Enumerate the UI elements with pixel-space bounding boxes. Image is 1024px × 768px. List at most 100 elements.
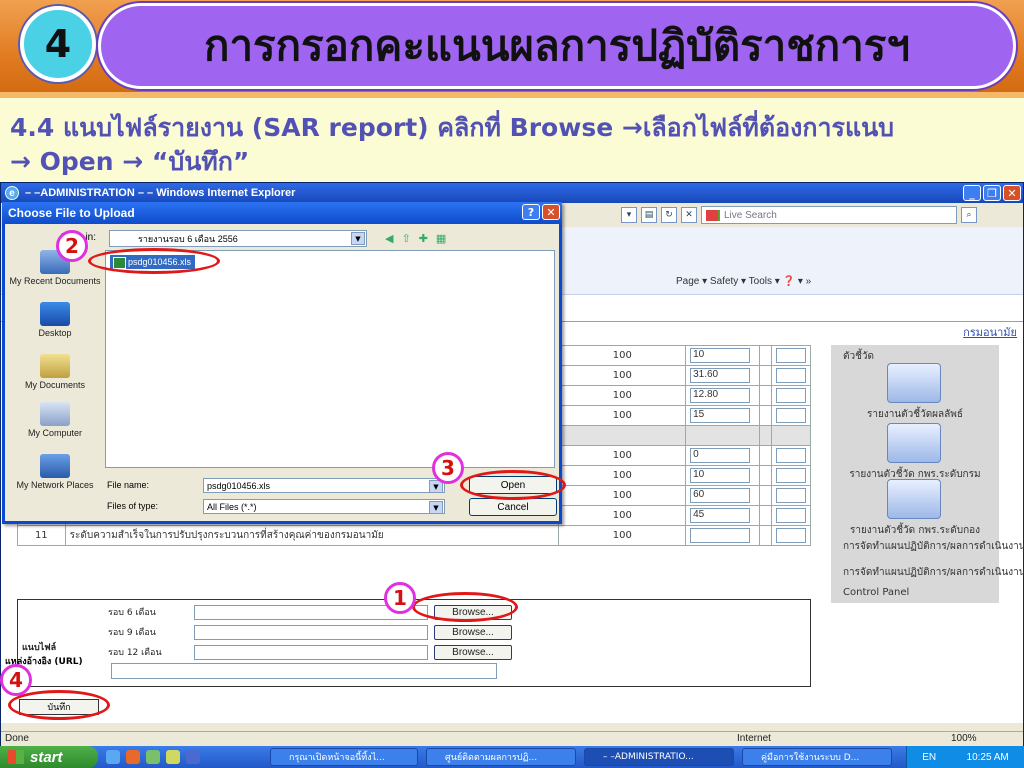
weight-input[interactable] xyxy=(776,348,806,363)
weight-input[interactable] xyxy=(776,368,806,383)
score-input[interactable]: 10 xyxy=(690,468,751,483)
weight-input[interactable] xyxy=(776,468,806,483)
task-button[interactable]: คู่มือการใช้งานระบบ D... xyxy=(742,748,892,766)
stop-icon[interactable]: ✕ xyxy=(681,207,697,223)
full-score: 100 xyxy=(558,345,687,366)
help-icon[interactable]: ? xyxy=(522,204,540,220)
file-type-select[interactable]: All Files (*.*) ▼ xyxy=(203,499,445,514)
task-button-active[interactable]: – –ADMINISTRATIO... xyxy=(584,748,734,766)
score-input[interactable]: 60 xyxy=(690,488,751,503)
spacer-cell xyxy=(759,365,772,386)
chevron-down-icon[interactable]: ▼ xyxy=(429,501,443,514)
start-button[interactable]: start xyxy=(0,746,98,768)
step-badge-4: 4 xyxy=(0,664,32,696)
system-tray: EN 10:25 AM xyxy=(906,746,1024,768)
ie-quicklaunch-icon[interactable] xyxy=(106,750,120,764)
task-button[interactable]: ศูนย์ติดตามผลการปฏิ... xyxy=(426,748,576,766)
full-score: 100 xyxy=(558,385,687,406)
view-menu-icon[interactable]: ▦ xyxy=(436,232,446,245)
refresh-icon[interactable]: ↻ xyxy=(661,207,677,223)
chevron-down-icon[interactable]: ▼ xyxy=(351,232,365,245)
place-documents[interactable]: My Documents xyxy=(7,354,103,390)
score-input[interactable]: 31.60 xyxy=(690,368,751,383)
file-type-label: Files of type: xyxy=(107,501,159,511)
spacer-cell xyxy=(759,405,772,426)
ie-window-title: – –ADMINISTRATION – – Windows Internet E… xyxy=(25,187,296,199)
file-path-input[interactable] xyxy=(194,644,428,660)
highlight-save-button xyxy=(8,690,110,720)
side-link-plan[interactable]: การจัดทำแผนปฏิบัติการ/ผลการดำเนินงาน xyxy=(843,565,1024,580)
restore-icon[interactable]: ❐ xyxy=(983,185,1001,201)
file-list[interactable]: psdg010456.xls xyxy=(105,250,555,468)
side-link-control-panel[interactable]: Control Panel xyxy=(843,587,999,598)
address-dropdown-icon[interactable]: ▾ xyxy=(621,207,637,223)
minimize-icon[interactable]: _ xyxy=(963,185,981,201)
file-type-value: All Files (*.*) xyxy=(207,501,257,512)
live-search-input[interactable]: Live Search xyxy=(701,206,957,224)
weight-input[interactable] xyxy=(776,488,806,503)
status-bar: Done Internet 100% xyxy=(1,731,1023,747)
department-link[interactable]: กรมอนามัย xyxy=(963,323,1017,341)
weight-input[interactable] xyxy=(776,388,806,403)
app-quicklaunch-icon[interactable] xyxy=(166,750,180,764)
look-in-select[interactable]: รายงานรอบ 6 เดือน 2556 ▼ xyxy=(109,230,367,247)
cancel-button[interactable]: Cancel xyxy=(469,498,557,516)
side-item-outcome-report[interactable]: รายงานตัวชี้วัดผลลัพธ์ xyxy=(831,407,999,422)
place-computer[interactable]: My Computer xyxy=(7,402,103,438)
score-cell xyxy=(685,525,760,546)
close-icon[interactable]: ✕ xyxy=(542,204,560,220)
full-score: 100 xyxy=(558,525,687,546)
file-path-input[interactable] xyxy=(194,624,428,640)
weight-cell xyxy=(771,405,811,426)
report-palette-icon[interactable] xyxy=(887,363,941,403)
file-name-value: psdg010456.xls xyxy=(207,480,271,491)
browse-button[interactable]: Browse... xyxy=(434,624,512,640)
weight-input[interactable] xyxy=(776,448,806,463)
highlight-selected-file xyxy=(88,248,220,274)
zoom-level[interactable]: 100% xyxy=(951,733,977,744)
spacer-cell xyxy=(759,445,772,466)
browser-quicklaunch-icon[interactable] xyxy=(126,750,140,764)
weight-cell xyxy=(771,485,811,506)
score-input[interactable]: 0 xyxy=(690,448,751,463)
internet-zone: Internet xyxy=(737,733,771,744)
back-icon[interactable]: ◀ xyxy=(385,232,393,245)
compatibility-icon[interactable]: ▤ xyxy=(641,207,657,223)
report-palette-icon[interactable] xyxy=(887,479,941,519)
place-desktop[interactable]: Desktop xyxy=(7,302,103,338)
score-input[interactable]: 10 xyxy=(690,348,751,363)
score-cell: 60 xyxy=(685,485,760,506)
side-item-division-report[interactable]: รายงานตัวชี้วัด กพร.ระดับกอง xyxy=(831,523,999,538)
close-icon[interactable]: ✕ xyxy=(1003,185,1021,201)
taskbar: start กรุณาเปิดหน้าจอนี้ทิ้งไ... ศูนย์ติ… xyxy=(0,746,1024,768)
weight-input[interactable] xyxy=(776,508,806,523)
my-computer-icon xyxy=(40,402,70,426)
score-input[interactable]: 45 xyxy=(690,508,751,523)
weight-input[interactable] xyxy=(776,408,806,423)
weight-cell xyxy=(771,425,811,446)
file-name-input[interactable]: psdg010456.xls ▼ xyxy=(203,478,445,493)
score-input[interactable]: 15 xyxy=(690,408,751,423)
dialog-title: Choose File to Upload xyxy=(8,206,135,220)
place-network[interactable]: My Network Places xyxy=(7,454,103,490)
file-name-label: File name: xyxy=(107,480,150,490)
app-quicklaunch-icon[interactable] xyxy=(146,750,160,764)
word-quicklaunch-icon[interactable] xyxy=(186,750,200,764)
reference-url-input[interactable] xyxy=(111,663,497,679)
task-button[interactable]: กรุณาเปิดหน้าจอนี้ทิ้งไ... xyxy=(270,748,418,766)
score-input[interactable] xyxy=(690,528,751,543)
spacer-cell xyxy=(759,465,772,486)
language-indicator[interactable]: EN xyxy=(922,752,936,763)
weight-input[interactable] xyxy=(776,528,806,543)
up-folder-icon[interactable]: ⇧ xyxy=(401,232,410,245)
report-palette-icon[interactable] xyxy=(887,423,941,463)
step-badge-3: 3 xyxy=(432,452,464,484)
browse-button[interactable]: Browse... xyxy=(434,644,512,660)
place-recent[interactable]: My Recent Documents xyxy=(7,250,103,286)
side-link-plan-55[interactable]: การจัดทำแผนปฏิบัติการ/ผลการดำเนินงาน ปี … xyxy=(843,539,1024,554)
command-items[interactable]: Page ▾ Safety ▾ Tools ▾ ❓ ▾ » xyxy=(676,276,811,287)
search-icon[interactable]: ⌕ xyxy=(961,207,977,223)
new-folder-icon[interactable]: ✚ xyxy=(419,232,428,245)
score-input[interactable]: 12.80 xyxy=(690,388,751,403)
spacer-cell xyxy=(759,385,772,406)
